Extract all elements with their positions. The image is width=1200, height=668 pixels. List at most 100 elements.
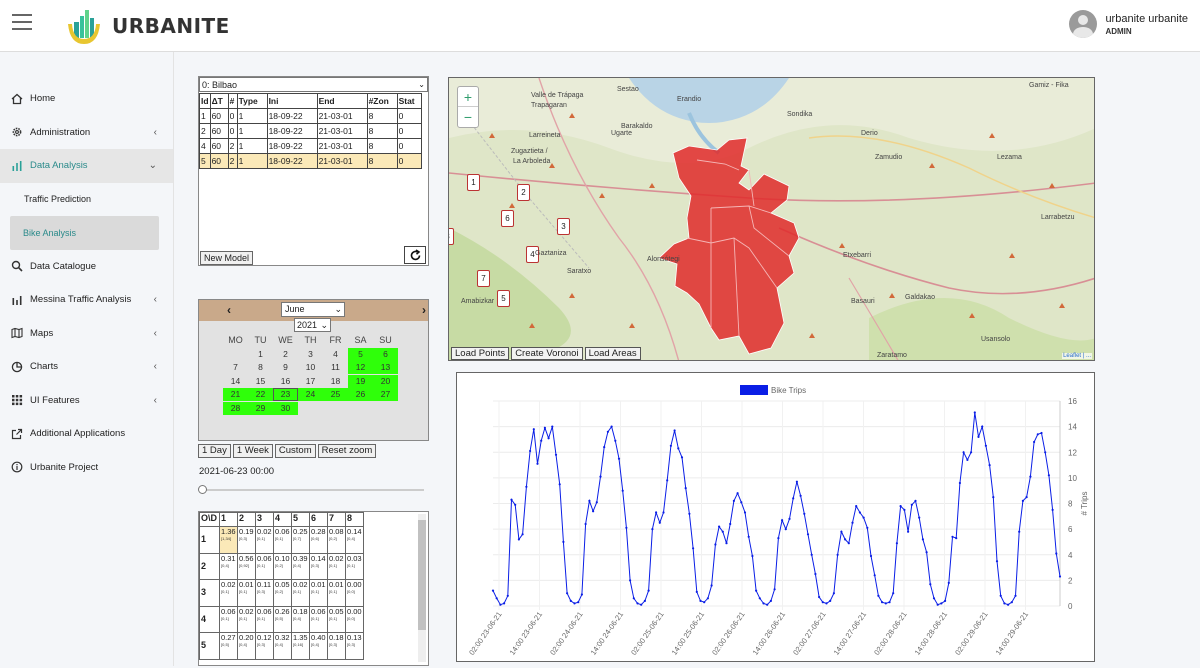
data-point[interactable] [666, 479, 669, 482]
data-point[interactable] [1003, 602, 1006, 605]
od-cell[interactable]: 0.28 [0,6] [309, 526, 328, 554]
legend-swatch[interactable] [740, 385, 768, 395]
data-point[interactable] [558, 483, 561, 486]
calendar-day[interactable]: 20 [373, 374, 398, 388]
data-point[interactable] [921, 538, 924, 541]
calendar-day[interactable]: 14 [223, 375, 248, 388]
data-point[interactable] [903, 508, 906, 511]
data-point[interactable] [907, 530, 910, 533]
data-point[interactable] [714, 543, 717, 546]
od-cell[interactable]: 1.35 [0,16] [291, 632, 310, 660]
calendar-day[interactable]: 29 [248, 401, 273, 415]
sidebar-item-traffic-prediction[interactable]: Traffic Prediction [0, 183, 173, 217]
data-point[interactable] [1021, 499, 1024, 502]
data-point[interactable] [795, 480, 798, 483]
calendar-day[interactable]: 23 [273, 388, 298, 401]
od-cell[interactable]: 0.32 [0,4] [273, 632, 292, 660]
sidebar-item-bike-analysis[interactable]: Bike Analysis [10, 216, 159, 250]
data-point[interactable] [1047, 474, 1050, 477]
data-point[interactable] [699, 599, 702, 602]
data-point[interactable] [962, 451, 965, 454]
od-cell[interactable]: 0.14 [0,3] [309, 552, 328, 580]
od-cell[interactable]: 0.27 [0,5] [219, 632, 238, 660]
sidebar-item-urbanite-project[interactable]: Urbanite Project [0, 451, 173, 485]
data-point[interactable] [517, 538, 520, 541]
zone-marker[interactable]: 6 [501, 210, 514, 227]
od-cell[interactable]: 0.26 [0,5] [273, 605, 292, 633]
od-cell[interactable]: 0.10 [0,2] [273, 552, 292, 580]
zoom-out-button[interactable]: − [458, 107, 478, 127]
calendar-day[interactable]: 2 [273, 348, 298, 361]
data-point[interactable] [818, 595, 821, 599]
calendar-day[interactable]: 21 [223, 388, 248, 401]
data-point[interactable] [658, 521, 661, 524]
data-point[interactable] [732, 499, 735, 502]
od-cell[interactable]: 0.02 [0,1] [327, 552, 346, 580]
data-point[interactable] [832, 592, 835, 595]
od-cell[interactable]: 0.20 [0,4] [237, 632, 256, 660]
calendar-day[interactable]: 12 [348, 361, 373, 374]
scrollbar[interactable] [418, 514, 426, 662]
data-point[interactable] [806, 533, 810, 536]
data-point[interactable] [847, 542, 850, 545]
data-point[interactable] [944, 599, 947, 602]
data-point[interactable] [914, 499, 917, 502]
od-cell[interactable]: 0.01 [0,1] [237, 579, 256, 607]
zone-marker[interactable]: 2 [517, 184, 530, 201]
data-point[interactable] [743, 511, 747, 514]
data-point[interactable] [821, 601, 824, 604]
data-point[interactable] [784, 528, 787, 531]
od-cell[interactable]: 0.06 [0,1] [309, 605, 328, 633]
od-cell[interactable]: 0.01 [0,1] [327, 579, 346, 607]
data-point[interactable] [569, 599, 572, 602]
data-point[interactable] [677, 447, 680, 450]
data-point[interactable] [706, 597, 709, 600]
column-header[interactable]: End [316, 93, 368, 109]
data-point[interactable] [929, 583, 932, 586]
table-row[interactable]: 4 60 2 1 18-09-22 21-03-01 8 0 [199, 138, 422, 154]
data-point[interactable] [669, 444, 672, 447]
data-point[interactable] [606, 430, 609, 433]
data-point[interactable] [710, 584, 713, 587]
calendar-day[interactable]: 3 [298, 348, 323, 361]
od-cell[interactable]: 0.01 [0,1] [309, 579, 328, 607]
data-point[interactable] [892, 592, 895, 595]
data-point[interactable] [1051, 508, 1054, 511]
data-point[interactable] [718, 525, 721, 528]
column-header[interactable]: Id [199, 93, 211, 109]
data-point[interactable] [680, 456, 684, 459]
data-point[interactable] [662, 511, 665, 514]
data-point[interactable] [777, 537, 780, 540]
data-point[interactable] [651, 528, 654, 531]
od-cell[interactable]: 0.02 [0,1] [237, 605, 256, 633]
data-point[interactable] [603, 446, 606, 449]
od-cell[interactable]: 0.00 [0,0] [345, 579, 364, 607]
data-point[interactable] [491, 589, 495, 592]
year-select[interactable]: 2021 ⌄ [294, 318, 331, 332]
od-cell[interactable]: 0.56 [0,92] [237, 552, 256, 580]
data-point[interactable] [640, 603, 643, 606]
data-point[interactable] [506, 594, 509, 597]
od-cell[interactable]: 0.18 [0,3] [327, 632, 346, 660]
data-point[interactable] [925, 551, 928, 554]
data-point[interactable] [610, 425, 613, 428]
calendar-day[interactable]: 11 [323, 361, 348, 374]
data-point[interactable] [1014, 594, 1017, 597]
od-cell[interactable]: 0.39 [0,4] [291, 552, 310, 580]
data-point[interactable] [554, 453, 558, 456]
od-cell[interactable]: 0.14 [0,4] [345, 526, 364, 554]
od-cell[interactable]: 1.36 [1,34] [219, 526, 238, 554]
data-point[interactable] [688, 512, 691, 515]
od-cell[interactable]: 0.05 [0,2] [273, 579, 292, 607]
data-point[interactable] [1055, 552, 1058, 555]
data-point[interactable] [617, 457, 621, 460]
calendar-day[interactable]: 27 [373, 388, 398, 401]
data-point[interactable] [551, 425, 554, 428]
sidebar-item-ui-features[interactable]: UI Features ‹ [0, 384, 173, 418]
data-point[interactable] [888, 601, 891, 604]
calendar-day[interactable]: 24 [298, 388, 323, 401]
data-point[interactable] [584, 522, 587, 526]
one-day-button[interactable]: 1 Day [198, 444, 231, 458]
data-point[interactable] [595, 501, 598, 504]
avatar[interactable] [1069, 10, 1098, 38]
